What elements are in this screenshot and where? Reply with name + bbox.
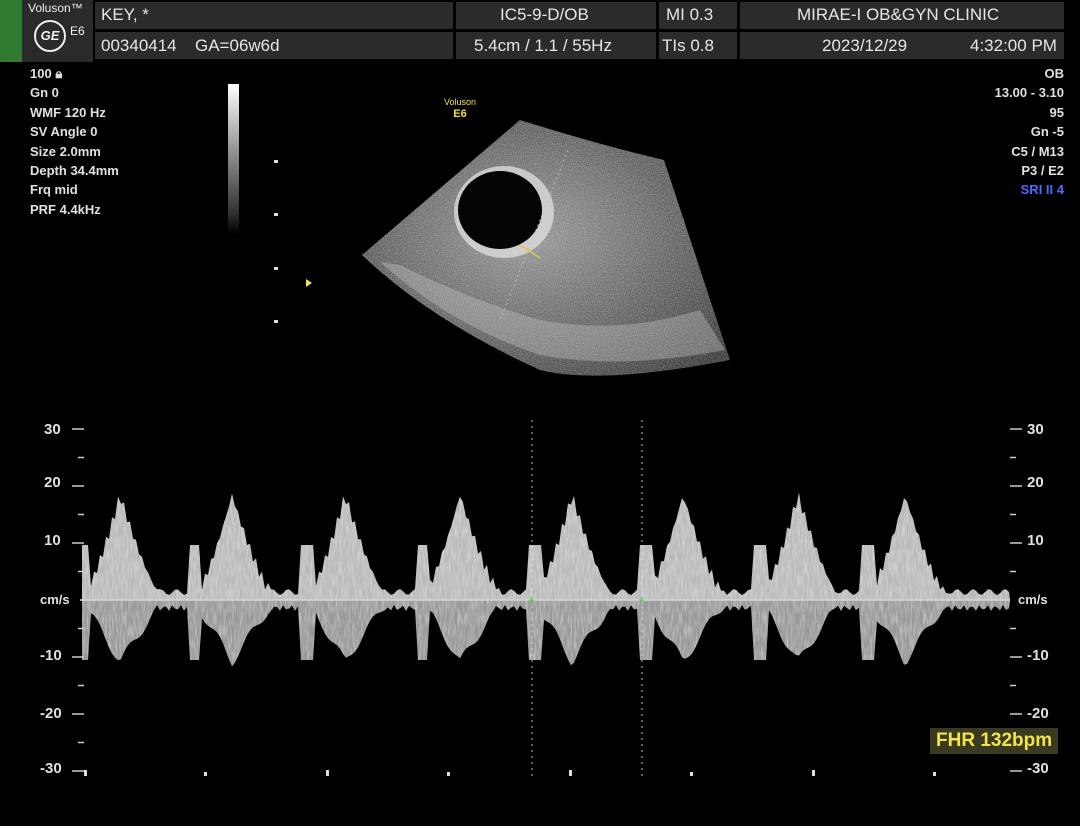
- image-brand: Voluson E6: [444, 96, 476, 120]
- focus-marker-icon: [306, 279, 312, 287]
- tick-left-neg30: -30: [40, 760, 62, 777]
- time-scale: [84, 770, 936, 776]
- spectrum-texture: [82, 600, 1010, 667]
- tick-left-neg10: -10: [40, 647, 62, 664]
- caliper-marker-1-icon: +: [528, 593, 535, 607]
- fhr-readout: FHR 132bpm: [930, 728, 1059, 754]
- doppler-spectrum: [82, 492, 1010, 667]
- unit-right: cm/s: [1018, 592, 1048, 607]
- depth-scale: [274, 160, 312, 323]
- gestational-sac: [458, 171, 542, 249]
- tick-left-20: 20: [44, 474, 61, 491]
- tick-left-10: 10: [44, 532, 61, 549]
- image-brand-line1: Voluson: [444, 97, 477, 107]
- tick-left-30: 30: [44, 421, 61, 438]
- tick-left-neg20: -20: [40, 705, 62, 722]
- caliper-marker-2-icon: +: [638, 593, 645, 607]
- tick-right-30: 30: [1027, 421, 1044, 438]
- spectrum-texture: [82, 492, 1010, 600]
- unit-left: cm/s: [40, 592, 70, 607]
- tick-right-neg20: -20: [1027, 705, 1049, 722]
- tick-right-neg10: -10: [1027, 647, 1049, 664]
- ultrasound-canvas: + +: [72, 120, 1022, 778]
- tick-right-10: 10: [1027, 532, 1044, 549]
- bmode-sector: [362, 120, 730, 376]
- tick-right-neg30: -30: [1027, 760, 1049, 777]
- tick-right-20: 20: [1027, 474, 1044, 491]
- image-brand-line2: E6: [453, 108, 467, 120]
